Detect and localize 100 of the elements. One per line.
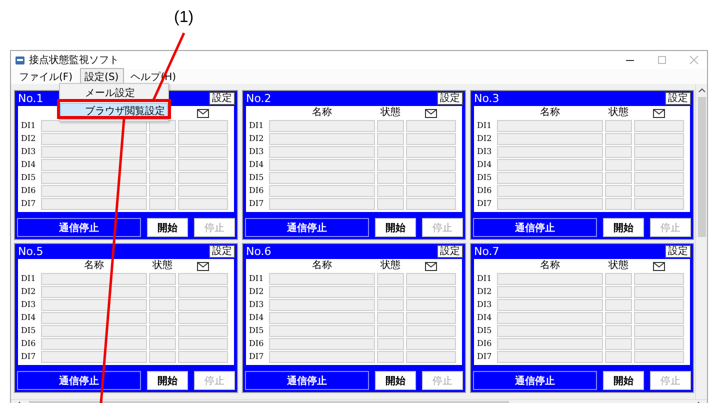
row-label: DI1 [21,273,37,285]
row-label: DI6 [249,338,265,350]
status-field [605,299,632,311]
vertical-scrollbar[interactable] [695,84,707,399]
settings-button[interactable]: 設定 [209,245,235,258]
row-label: DI2 [477,286,493,298]
status-field [377,312,404,324]
stop-communication-button[interactable]: 通信停止 [473,371,597,390]
row-label: DI6 [21,185,37,197]
row-label: DI7 [21,198,37,210]
status-field [377,172,404,184]
status-field [377,299,404,311]
status-field [149,172,176,184]
mail-field [406,146,456,158]
window-title: 接点状態監視ソフト [29,54,119,67]
mail-field [178,120,228,132]
panel-button[interactable]: 開始 [375,218,416,237]
status-field [377,185,404,197]
column-header: 名称 [539,107,561,119]
panel-button[interactable]: 開始 [603,218,644,237]
stop-communication-button[interactable]: 通信停止 [17,371,141,390]
row-label: DI5 [249,172,265,184]
status-field [605,273,632,285]
menu-item[interactable]: ファイル(F) [14,68,78,86]
column-header: 状態 [380,260,402,272]
row-label: DI5 [21,325,37,337]
status-field [149,159,176,171]
stop-communication-button[interactable]: 通信停止 [245,371,369,390]
menu-item[interactable]: メール設定 [60,85,168,102]
settings-button[interactable]: 設定 [437,245,463,258]
row-label: DI3 [249,146,265,158]
mail-field [178,299,228,311]
mail-field [634,159,684,171]
row-label: DI2 [21,286,37,298]
mail-icon [653,108,665,118]
column-header: 名称 [539,260,561,272]
settings-button[interactable]: 設定 [209,92,235,105]
mail-field [178,185,228,197]
status-field [605,159,632,171]
row-label: DI3 [249,299,265,311]
status-field [149,325,176,337]
status-field [605,172,632,184]
close-icon[interactable] [689,55,699,65]
row-label: DI1 [477,273,493,285]
panel-button[interactable]: 開始 [375,371,416,390]
column-header: 状態 [152,260,174,272]
status-field [605,146,632,158]
panel-button[interactable]: 開始 [147,371,188,390]
mail-field [406,198,456,210]
mail-field [178,159,228,171]
row-label: DI6 [477,338,493,350]
status-field [605,312,632,324]
mail-field [178,286,228,298]
status-field [605,185,632,197]
mail-field [406,172,456,184]
row-label: DI7 [249,351,265,363]
status-field [377,133,404,145]
mail-field [634,273,684,285]
row-label: DI6 [21,338,37,350]
row-label: DI4 [477,159,493,171]
mail-icon [197,108,209,118]
row-label: DI5 [21,172,37,184]
settings-button[interactable]: 設定 [665,92,691,105]
mail-field [634,325,684,337]
mail-field [634,198,684,210]
stop-communication-button[interactable]: 通信停止 [245,218,369,237]
status-field [377,198,404,210]
status-field [377,273,404,285]
mail-field [406,159,456,171]
mail-icon [653,262,665,270]
row-label: DI1 [249,120,265,132]
row-label: DI4 [477,312,493,324]
panel-button[interactable]: 開始 [603,371,644,390]
settings-button[interactable]: 設定 [437,92,463,105]
mail-field [178,273,228,285]
row-label: DI4 [21,159,37,171]
column-header: 名称 [311,107,333,119]
row-label: DI5 [477,172,493,184]
row-label: DI1 [477,120,493,132]
panel-button[interactable]: 開始 [147,218,188,237]
maximize-icon[interactable] [657,55,667,65]
scroll-up-icon[interactable] [698,87,706,93]
row-label: DI4 [249,159,265,171]
mail-field [406,312,456,324]
mail-field [634,312,684,324]
status-field [605,325,632,337]
mail-field [634,286,684,298]
panel-title: No.3 [473,92,500,105]
mail-field [178,312,228,324]
app-icon [15,56,25,64]
mail-icon [197,262,209,270]
settings-button[interactable]: 設定 [665,245,691,258]
status-field [605,286,632,298]
stop-communication-button[interactable]: 通信停止 [473,218,597,237]
row-label: DI7 [21,351,37,363]
row-label: DI3 [477,299,493,311]
stop-communication-button[interactable]: 通信停止 [17,218,141,237]
status-field [377,120,404,132]
row-label: DI7 [477,198,493,210]
scroll-thumb[interactable] [698,97,706,237]
